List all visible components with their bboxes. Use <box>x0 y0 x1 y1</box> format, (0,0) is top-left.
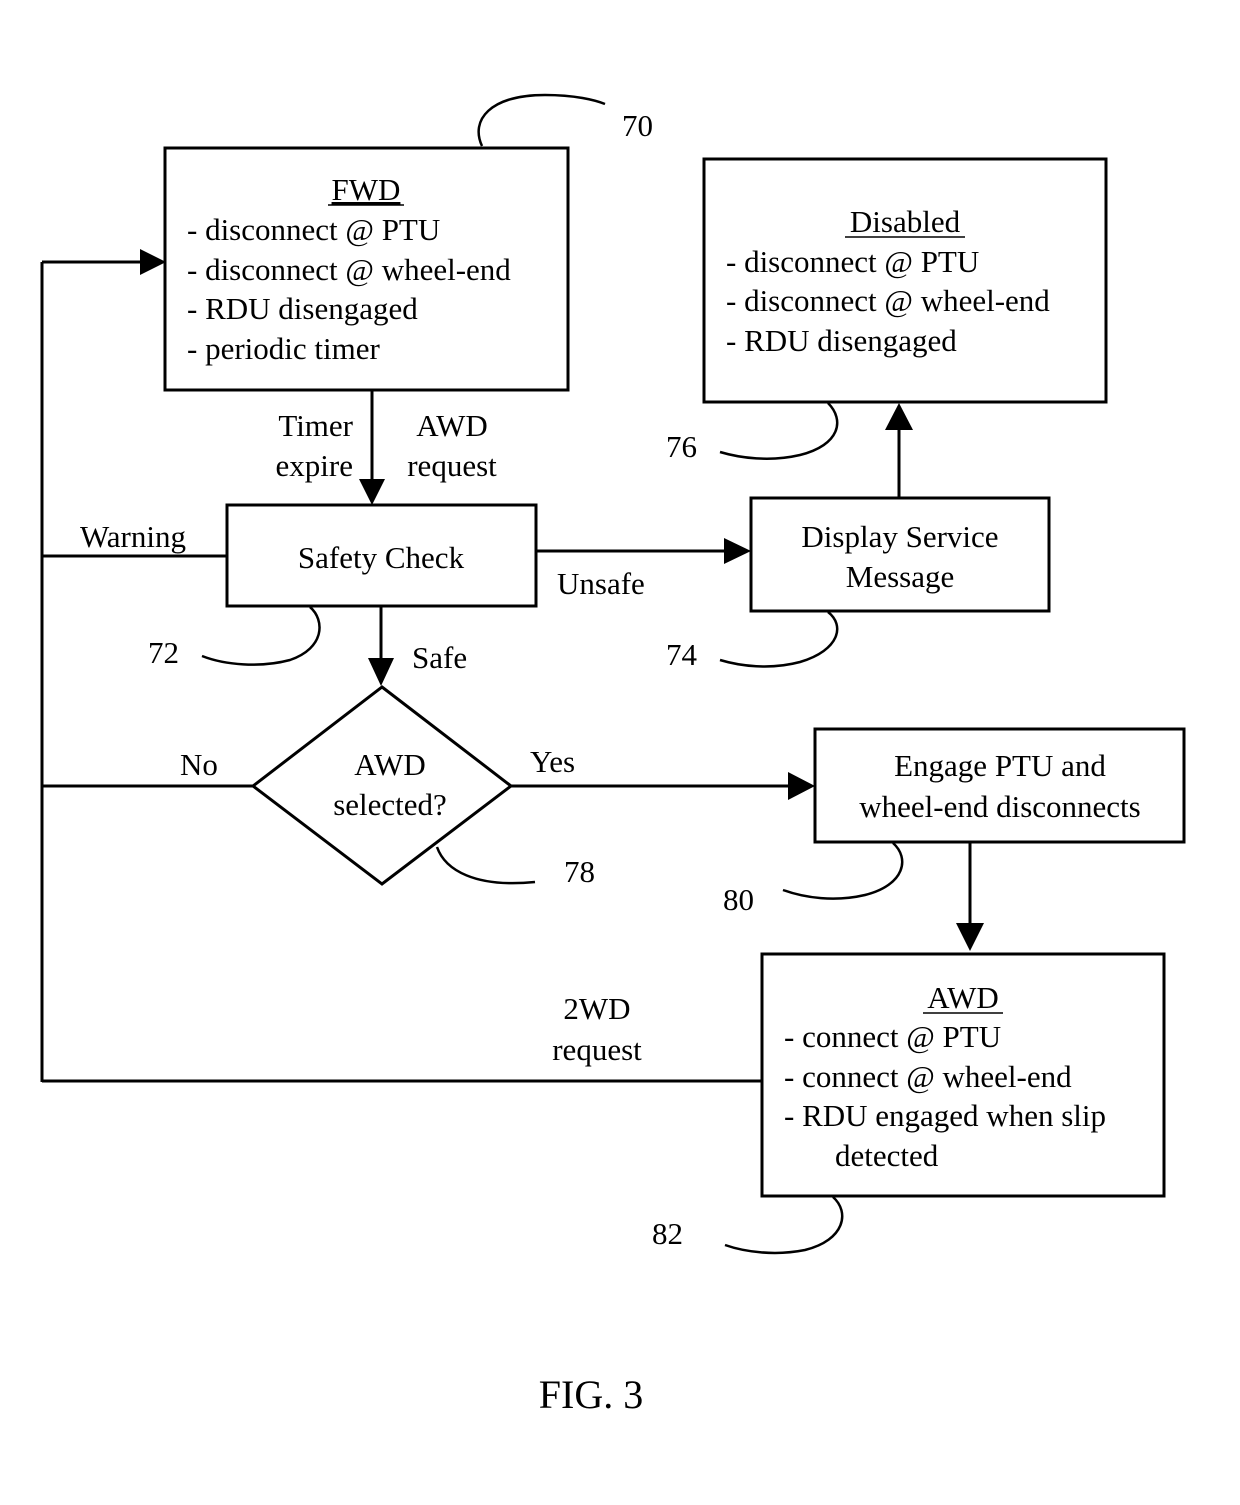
safety-check-label: Safety Check <box>298 540 465 575</box>
engage-box <box>813 727 1186 844</box>
disabled-line-3: - RDU disengaged <box>726 323 957 358</box>
arrow-into-display-service <box>724 538 751 564</box>
awd-line-1: - connect @ PTU <box>784 1019 1001 1054</box>
awd-title: AWD <box>927 980 999 1015</box>
disabled-title: Disabled <box>850 204 961 239</box>
ref-70-leader <box>477 93 606 147</box>
awd-line-3: - RDU engaged when slip <box>784 1098 1106 1133</box>
fwd-title: FWD <box>332 172 401 207</box>
decision-line-1: AWD <box>354 747 426 782</box>
ref-82-leader <box>724 1196 844 1255</box>
display-service-line-2: Message <box>846 559 954 594</box>
ref-80: 80 <box>723 882 754 917</box>
fwd-line-1: - disconnect @ PTU <box>187 212 440 247</box>
decision-line-2: selected? <box>333 787 447 822</box>
ref-74: 74 <box>666 637 698 672</box>
display-service-line-1: Display Service <box>801 519 998 554</box>
no-label: No <box>180 747 218 782</box>
ref-72: 72 <box>148 635 179 670</box>
arrow-into-engage <box>788 772 815 800</box>
ref-82: 82 <box>652 1216 683 1251</box>
flowchart-diagram: FWD - disconnect @ PTU - disconnect @ wh… <box>40 93 1186 1417</box>
disabled-line-2: - disconnect @ wheel-end <box>726 283 1050 318</box>
arrow-into-decision <box>368 658 394 686</box>
unsafe-label: Unsafe <box>557 566 645 601</box>
arrow-into-awd <box>956 923 984 951</box>
disabled-state-box <box>702 157 1108 404</box>
warning-label: Warning <box>80 519 186 554</box>
engage-line-2: wheel-end disconnects <box>859 789 1140 824</box>
engage-line-1: Engage PTU and <box>894 748 1106 783</box>
fwd-line-4: - periodic timer <box>187 331 380 366</box>
arrow-into-disabled <box>885 403 913 430</box>
ref-76-leader <box>719 402 839 460</box>
ref-70: 70 <box>622 108 653 143</box>
timer-expire-label-1: Timer <box>278 408 353 443</box>
ref-74-leader <box>719 611 839 668</box>
ref-78: 78 <box>564 854 595 889</box>
ref-72-leader <box>201 606 321 666</box>
awd-request-label-2: request <box>407 448 497 483</box>
disabled-line-1: - disconnect @ PTU <box>726 244 979 279</box>
ref-78-leader <box>435 846 536 885</box>
display-service-box <box>749 496 1051 613</box>
awd-selected-decision <box>250 685 514 886</box>
awd-line-4: detected <box>835 1138 939 1173</box>
figure-caption: FIG. 3 <box>539 1372 643 1417</box>
safe-label: Safe <box>412 640 467 675</box>
awd-line-2: - connect @ wheel-end <box>784 1059 1072 1094</box>
fwd-line-3: - RDU disengaged <box>187 291 418 326</box>
arrow-into-fwd <box>140 249 166 275</box>
awd-request-label-1: AWD <box>416 408 488 443</box>
ref-76: 76 <box>666 429 697 464</box>
timer-expire-label-2: expire <box>276 448 353 483</box>
fwd-line-2: - disconnect @ wheel-end <box>187 252 511 287</box>
arrow-into-safety-check <box>359 479 385 505</box>
twowd-request-label-1: 2WD <box>563 991 630 1026</box>
ref-80-leader <box>782 842 904 900</box>
yes-label: Yes <box>530 744 575 779</box>
twowd-request-label-2: request <box>552 1032 642 1067</box>
